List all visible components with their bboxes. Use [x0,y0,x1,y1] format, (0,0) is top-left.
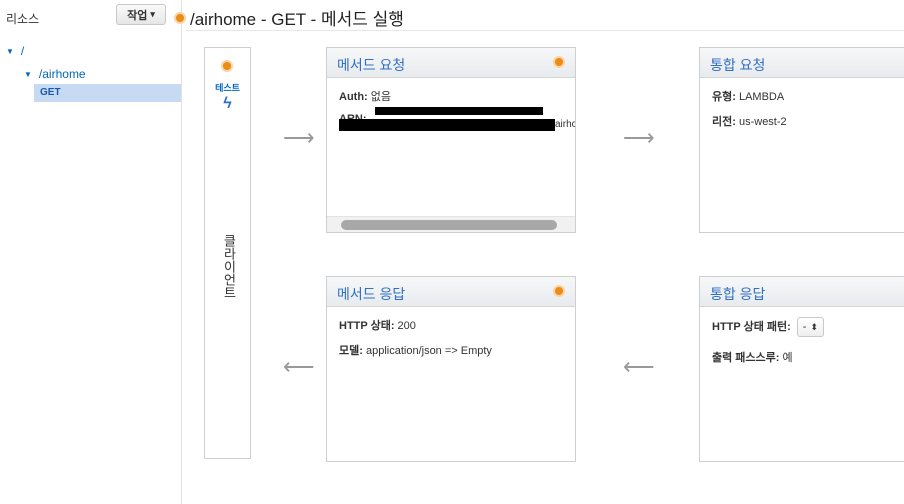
region-label: 리전: [712,116,736,128]
integration-request-header[interactable]: 통합 요청 [700,48,904,78]
integration-response-body: HTTP 상태 패턴: - ⬍ 출력 패스스루: 예 [700,307,904,384]
actions-button[interactable]: 작업 ▾ [116,4,166,25]
integration-response-header[interactable]: 통합 응답 [700,277,904,307]
type-label: 유형: [712,91,736,103]
status-pattern-select[interactable]: - ⬍ [796,317,824,337]
chevron-down-icon: ▾ [150,9,155,19]
method-response-body: HTTP 상태: 200 모델: application/json => Emp… [327,307,575,377]
client-column: 테스트 ϟ 클라이언트 [204,47,251,459]
http-status-label: HTTP 상태: [339,320,395,332]
sort-arrows-icon: ⬍ [810,321,818,332]
horizontal-scrollbar[interactable] [327,216,575,232]
header-divider [186,30,904,31]
model-value: application/json => Empty [365,345,492,357]
tree-item-label: / [20,44,25,58]
arn-tail: airhc [555,119,576,130]
scrollbar-thumb[interactable] [341,220,557,230]
method-request-box: 메서드 요청 Auth: 없음 ARN: airhc [326,47,576,233]
status-pattern-value: - [802,321,807,333]
tree-item-label: /airhome [38,67,86,81]
triangle-down-icon[interactable]: ▼ [24,70,32,79]
integration-response-box: 통합 응답 HTTP 상태 패턴: - ⬍ 출력 패스스루: 예 [699,276,904,462]
arn-redaction [339,119,555,131]
resources-title: 리소스 [6,12,40,26]
integration-request-body: 유형: LAMBDA 리전: us-west-2 [700,78,904,148]
triangle-down-icon[interactable]: ▼ [6,47,14,56]
auth-value: 없음 [370,91,392,103]
arrow-left-icon: ⟵ [283,354,315,379]
tree-item-root[interactable]: ▼ / [6,44,24,58]
method-response-header[interactable]: 메서드 응답 [327,277,575,307]
auth-label: Auth: [339,91,368,103]
status-pattern-label: HTTP 상태 패턴: [712,320,791,333]
lightning-bolt-icon[interactable]: ϟ [205,95,250,113]
model-label: 모델: [339,345,363,357]
test-link[interactable]: 테스트 [205,81,250,94]
method-response-status-icon [553,285,565,297]
type-value: LAMBDA [738,91,785,103]
tree-item-get[interactable]: GET [34,84,181,102]
client-label: 클라이언트 [221,233,237,299]
integration-request-title[interactable]: 통합 요청 [710,57,765,73]
method-response-title[interactable]: 메서드 응답 [337,286,405,302]
region-value: us-west-2 [738,116,787,128]
integration-response-title[interactable]: 통합 응답 [710,286,765,302]
arrow-left-icon: ⟵ [623,354,655,379]
passthrough-label: 출력 패스스루: [712,352,780,364]
method-request-header[interactable]: 메서드 요청 [327,48,575,78]
page-header: /airhome - GET - 메서드 실행 [174,5,404,30]
method-request-title[interactable]: 메서드 요청 [337,57,405,73]
arrow-right-icon: ⟶ [623,125,655,150]
method-request-body: Auth: 없음 ARN: airhc [327,78,575,144]
method-response-box: 메서드 응답 HTTP 상태: 200 모델: application/json… [326,276,576,462]
tree-item-label: GET [40,87,61,98]
method-status-icon [174,11,186,24]
passthrough-value: 예 [782,352,793,364]
http-status-value: 200 [397,320,416,332]
tree-item-airhome[interactable]: ▼ /airhome [24,67,86,81]
integration-request-box: 통합 요청 유형: LAMBDA 리전: us-west-2 [699,47,904,233]
arrow-right-icon: ⟶ [283,125,315,150]
actions-label: 작업 [127,9,148,22]
arn-redaction [375,107,543,115]
method-request-status-icon [553,56,565,68]
page-title: /airhome - GET - 메서드 실행 [190,10,404,29]
client-status-icon [221,60,233,72]
